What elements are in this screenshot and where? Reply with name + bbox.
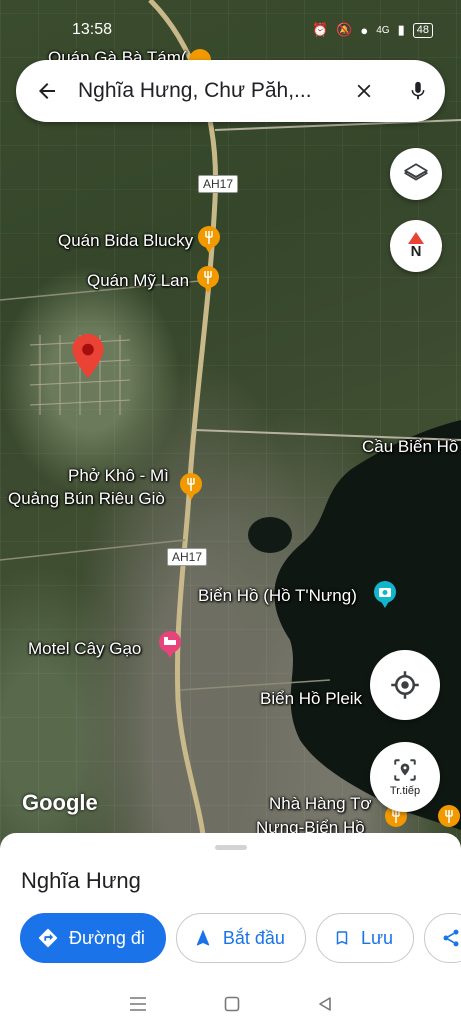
satellite-map[interactable]: Quán Gà Bà Tám( AH17 Quán Bida Blucky Qu… [0,0,461,850]
map-label-bien-ho-pleiku[interactable]: Biển Hồ Pleik [260,689,362,709]
action-chips: Đường đi Bắt đầu Lưu [20,913,461,963]
pond [248,517,292,553]
restaurant-pin-icon[interactable] [197,225,221,255]
place-bottom-sheet[interactable]: Nghĩa Hưng Đường đi Bắt đầu Lưu [0,833,461,1024]
street-view-label: Tr.tiếp [389,785,421,797]
battery-level: 48 [412,22,433,38]
bookmark-icon [336,931,348,945]
map-label-bien-ho-tnung[interactable]: Biển Hồ (Hồ T'Nưng) [198,586,357,606]
restaurant-pin-icon[interactable] [437,804,461,834]
main-road [148,0,219,850]
map-label-my-lan[interactable]: Quán Mỹ Lan [87,271,189,291]
start-label: Bắt đầu [222,927,285,948]
status-icons: ⏰ 🔕 ● 4G ▮ 48 [312,22,433,38]
map-label-pho-kho-2[interactable]: Quảng Bún Riêu Giò [8,489,165,509]
back-triangle-icon[interactable] [317,996,333,1012]
compass-button[interactable]: N [390,220,442,272]
directions-label: Đường đi [69,927,145,948]
close-icon[interactable] [337,60,391,122]
camera-pin-icon[interactable] [373,580,397,610]
directions-icon [38,928,58,948]
directions-button[interactable]: Đường đi [20,913,166,963]
system-nav-bar [0,983,461,1024]
mute-icon: 🔕 [336,22,353,37]
signal-icon: ▮ [397,22,405,37]
place-title: Nghĩa Hưng [21,868,141,893]
crosshair-icon [391,671,419,699]
road-shield: AH17 [198,175,239,193]
save-label: Lưu [360,927,394,948]
hotel-pin-icon[interactable] [158,630,182,660]
status-bar: 13:58 ⏰ 🔕 ● 4G ▮ 48 [0,0,461,56]
map-label-cau-bien-ho[interactable]: Cầu Biển Hồ [362,437,458,457]
menu-icon[interactable] [129,996,147,1012]
google-logo: Google [22,790,98,815]
navigation-arrow-icon [196,929,210,946]
street-view-button[interactable]: Tr.tiếp [370,742,440,812]
status-time: 13:58 [72,21,113,38]
search-bar[interactable]: Nghĩa Hưng, Chư Păh,... [16,60,445,122]
home-icon[interactable] [224,996,240,1012]
alarm-icon: ⏰ [312,22,329,37]
layers-button[interactable] [390,148,442,200]
start-button[interactable]: Bắt đầu [175,913,306,963]
network-type: 4G [376,24,390,36]
street-view-icon [394,759,416,781]
side-road [0,539,186,561]
restaurant-pin-icon[interactable] [196,265,220,295]
share-icon [443,929,459,947]
location-pin-icon[interactable] [72,334,104,378]
map-label-bida[interactable]: Quán Bida Blucky [58,231,193,251]
location-icon: ● [360,22,369,38]
save-button[interactable]: Lưu [315,913,415,963]
share-button[interactable] [424,913,461,963]
map-features [0,0,461,850]
my-location-button[interactable] [370,650,440,720]
map-label-pho-kho[interactable]: Phở Khô - Mì [68,466,169,486]
map-label-motel[interactable]: Motel Cây Gạo [28,639,141,659]
layers-icon [404,163,428,181]
compass-letter: N [410,243,422,260]
road-shield: AH17 [167,548,208,566]
drag-handle[interactable] [215,845,247,850]
search-query[interactable]: Nghĩa Hưng, Chư Păh,... [72,79,337,103]
back-arrow-icon[interactable] [22,60,72,122]
mic-icon[interactable] [391,60,445,122]
map-label-nha-hang[interactable]: Nhà Hàng Tơ [269,794,372,814]
restaurant-pin-icon[interactable] [179,472,203,502]
